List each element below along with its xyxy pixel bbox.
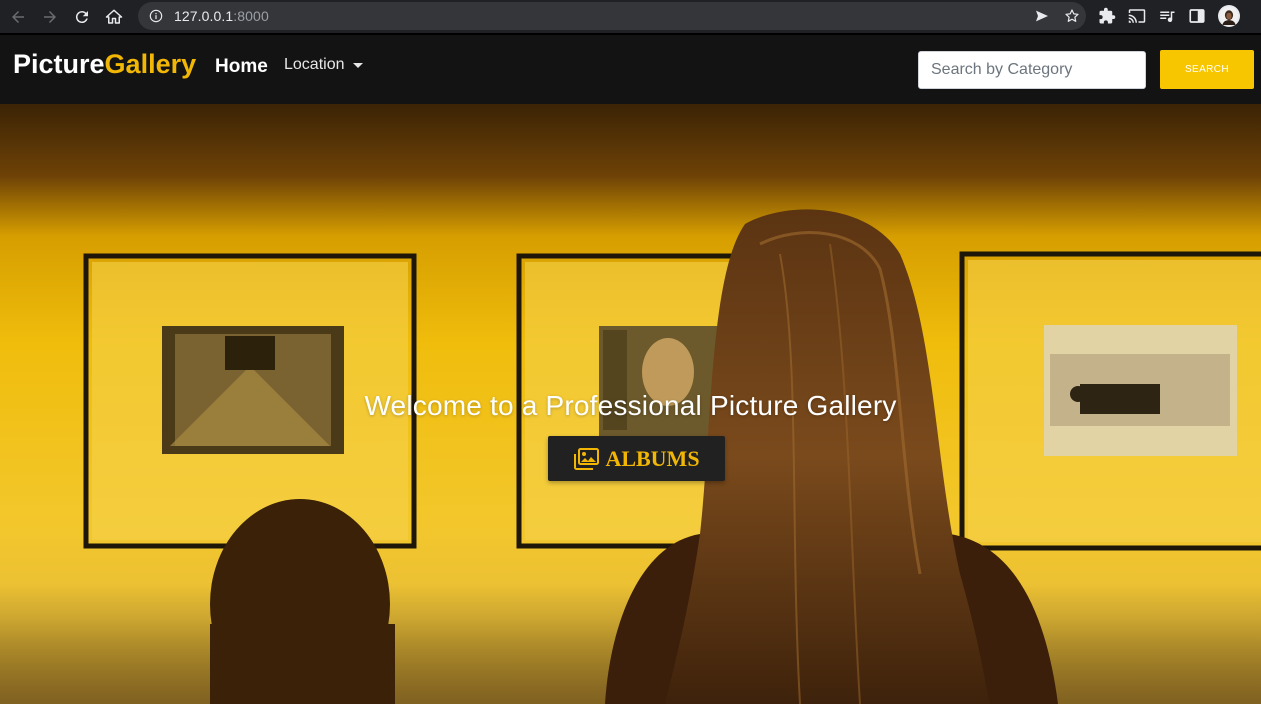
arrow-left-icon: [12, 10, 24, 23]
url-port: :8000: [233, 8, 269, 24]
caret-down-icon: [352, 62, 363, 68]
images-icon: [574, 447, 600, 470]
nav-home-link[interactable]: Home: [215, 56, 268, 78]
browser-toolbar: 127.0.0.1:8000: [0, 0, 1261, 33]
info-icon[interactable]: [148, 8, 164, 24]
albums-label: ALBUMS: [605, 445, 700, 471]
welcome-heading: Welcome to a Professional Picture Galler…: [364, 390, 897, 421]
arrow-right-icon: [44, 10, 56, 23]
address-bar[interactable]: 127.0.0.1:8000: [138, 2, 1086, 30]
brand-logo[interactable]: PictureGallery: [13, 49, 196, 80]
search-input[interactable]: [918, 51, 1146, 89]
back-button[interactable]: [4, 3, 32, 31]
avatar[interactable]: [1218, 5, 1240, 27]
cast-icon[interactable]: [1128, 7, 1146, 25]
reload-button[interactable]: [68, 3, 96, 31]
albums-button[interactable]: ALBUMS: [548, 436, 725, 481]
side-panel-icon[interactable]: [1188, 7, 1206, 25]
site-navbar: PictureGallery Home Location SEARCH: [0, 35, 1261, 104]
send-icon[interactable]: [1034, 8, 1050, 24]
nav-location-dropdown[interactable]: Location: [284, 56, 363, 74]
brand-text-picture: Picture: [13, 49, 105, 79]
home-button[interactable]: [100, 3, 128, 31]
forward-button[interactable]: [36, 3, 64, 31]
reload-icon: [75, 10, 88, 23]
brand-text-gallery: Gallery: [104, 49, 197, 79]
hero-section: Welcome to a Professional Picture Galler…: [0, 104, 1261, 704]
nav-location-label: Location: [284, 56, 345, 73]
queue-music-icon[interactable]: [1158, 7, 1176, 25]
url-text: 127.0.0.1:8000: [174, 8, 269, 24]
url-host: 127.0.0.1: [174, 8, 234, 24]
puzzle-icon[interactable]: [1098, 7, 1116, 25]
home-icon: [105, 9, 123, 24]
star-icon[interactable]: [1064, 8, 1080, 24]
search-button[interactable]: SEARCH: [1160, 50, 1254, 89]
